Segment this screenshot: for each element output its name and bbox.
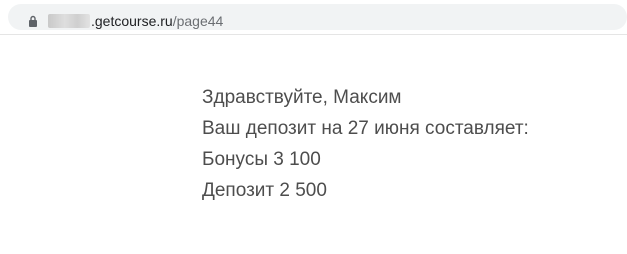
bonus-text: Бонусы 3 100: [202, 149, 321, 170]
address-bar[interactable]: .getcourse.ru /page44: [8, 4, 627, 30]
url-domain: .getcourse.ru: [91, 13, 173, 29]
lock-icon[interactable]: [28, 15, 38, 27]
address-url[interactable]: .getcourse.ru /page44: [48, 12, 223, 30]
page: .getcourse.ru /page44 Здравствуйте, Макс…: [0, 0, 627, 254]
deposit-intro-text: Ваш депозит на 27 июня составляет:: [202, 118, 529, 139]
url-redacted-subdomain: [48, 14, 90, 28]
browser-toolbar: .getcourse.ru /page44: [0, 0, 627, 35]
greeting-text: Здравствуйте, Максим: [202, 87, 402, 108]
url-path: /page44: [172, 13, 224, 29]
deposit-text: Депозит 2 500: [202, 180, 327, 201]
message-body: Здравствуйте, Максим Ваш депозит на 27 и…: [202, 82, 529, 206]
